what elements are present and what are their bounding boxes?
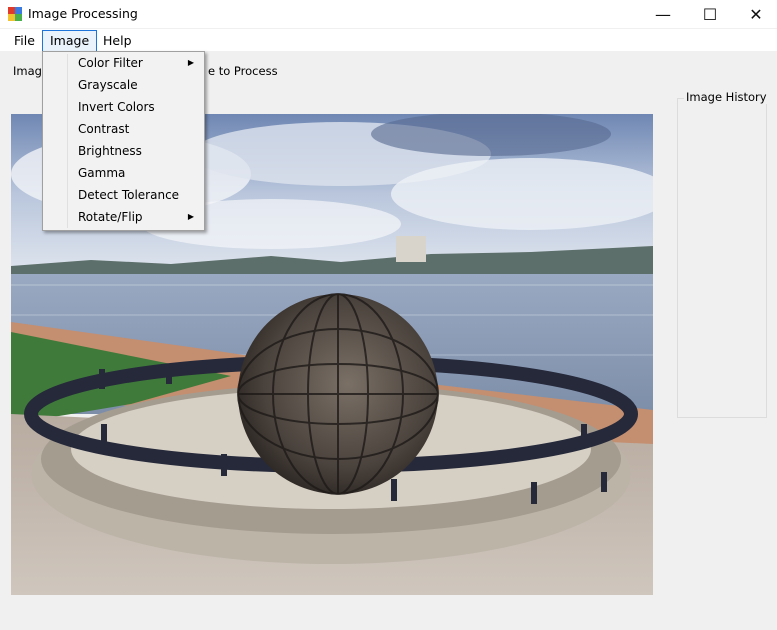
submenu-arrow-icon: ▶ — [187, 58, 194, 67]
minimize-button[interactable]: — — [640, 0, 686, 28]
close-button[interactable]: ✕ — [733, 0, 777, 28]
menu-item-label: Brightness — [78, 144, 142, 158]
menu-bar: File Image Help — [0, 29, 777, 52]
menu-image[interactable]: Image — [42, 30, 98, 52]
menu-item-gamma[interactable]: Gamma — [45, 162, 202, 184]
minimize-icon: — — [655, 4, 671, 24]
menu-item-brightness[interactable]: Brightness — [45, 140, 202, 162]
title-bar: Image Processing — ☐ ✕ — [0, 0, 777, 28]
maximize-button[interactable]: ☐ — [687, 0, 733, 28]
menu-file[interactable]: File — [7, 31, 42, 51]
close-icon: ✕ — [749, 4, 763, 24]
menu-item-detect-tolerance[interactable]: Detect Tolerance — [45, 184, 202, 206]
menu-item-invert-colors[interactable]: Invert Colors — [45, 96, 202, 118]
menu-item-label: Grayscale — [78, 78, 138, 92]
status-label-end: e to Process — [208, 64, 278, 78]
image-history-label: Image History — [684, 90, 769, 104]
menu-item-color-filter[interactable]: Color Filter ▶ — [45, 52, 202, 74]
menu-item-label: Detect Tolerance — [78, 188, 180, 202]
menu-item-label: Rotate/Flip — [78, 210, 143, 224]
submenu-arrow-icon: ▶ — [187, 212, 194, 221]
menu-help[interactable]: Help — [96, 31, 139, 51]
menu-item-label: Contrast — [78, 122, 130, 136]
menu-item-grayscale[interactable]: Grayscale — [45, 74, 202, 96]
menu-item-rotate-flip[interactable]: Rotate/Flip ▶ — [45, 206, 202, 228]
menu-item-label: Color Filter — [78, 56, 143, 70]
menu-item-contrast[interactable]: Contrast — [45, 118, 202, 140]
image-menu-dropdown: Color Filter ▶ Grayscale Invert Colors C… — [42, 51, 205, 231]
maximize-icon: ☐ — [702, 4, 718, 24]
window-title: Image Processing — [28, 6, 138, 21]
image-history-panel[interactable] — [677, 98, 767, 418]
menu-item-label: Invert Colors — [78, 100, 155, 114]
app-icon — [8, 7, 22, 21]
menu-item-label: Gamma — [78, 166, 126, 180]
